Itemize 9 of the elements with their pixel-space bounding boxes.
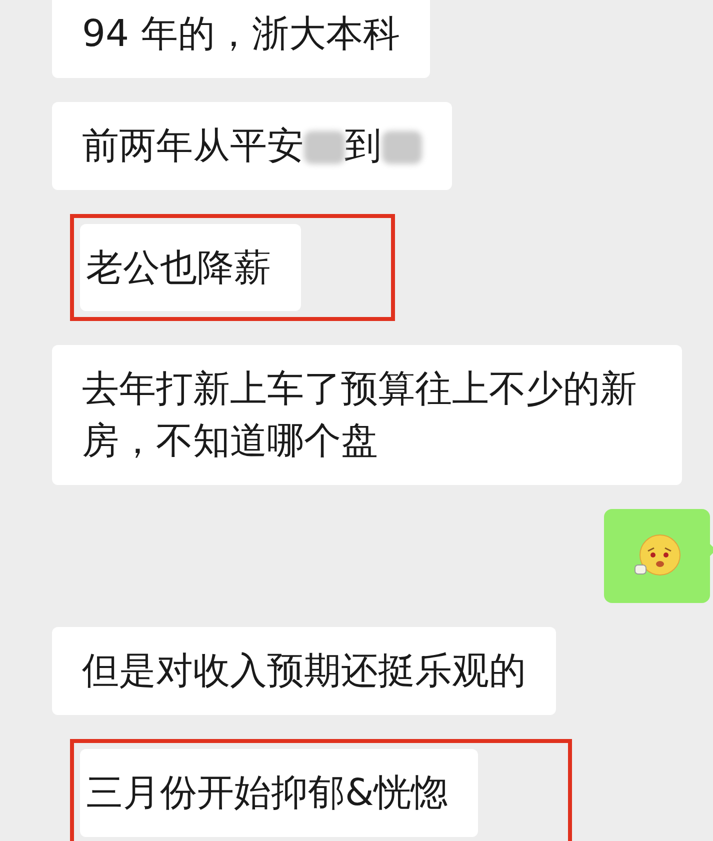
redaction-blur bbox=[304, 131, 345, 164]
message-text: 前两年从平安 bbox=[82, 124, 304, 167]
message-bubble: 94 年的，浙大本科 bbox=[52, 0, 430, 78]
message-bubble: 老公也降薪 bbox=[80, 224, 301, 312]
message-bubble: 去年打新上车了预算往上不少的新房，不知道哪个盘 bbox=[52, 345, 682, 485]
redaction-blur bbox=[382, 131, 422, 164]
message-bubble: 三月份开始抑郁&恍惚 bbox=[80, 748, 478, 837]
message-text: 到 bbox=[344, 124, 382, 167]
message-bubble: 但是对收入预期还挺乐观的 bbox=[52, 626, 556, 715]
